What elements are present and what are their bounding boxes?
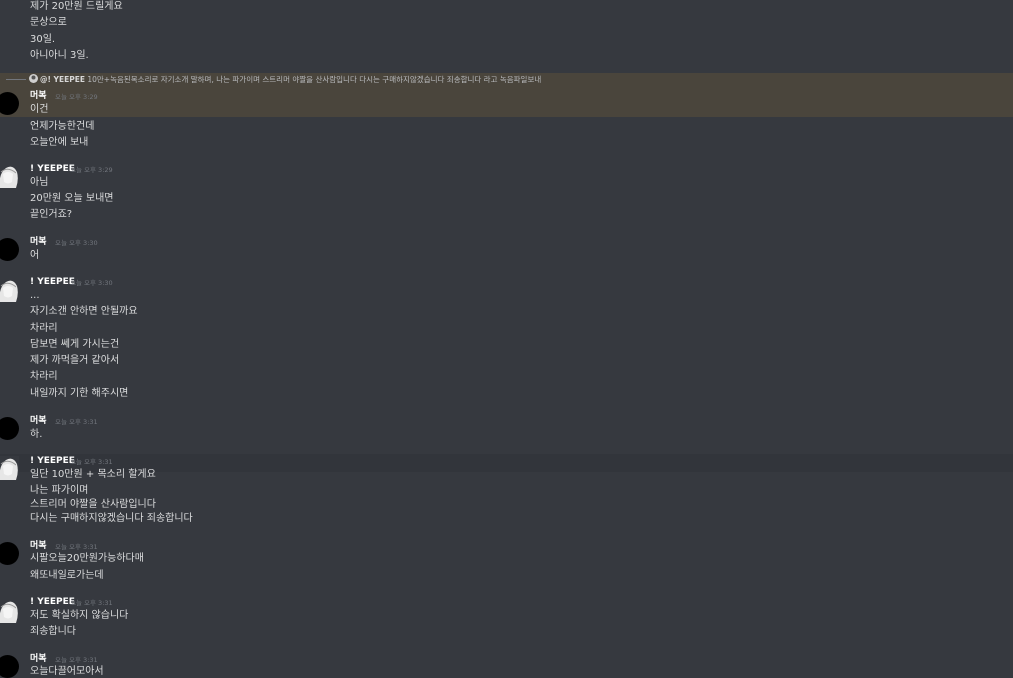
message-line: 다시는 구매하지않겠습니다 죄송합니다	[30, 513, 193, 524]
author-name[interactable]: ! YEEPEE	[30, 163, 75, 175]
message-line: 아니아니 3일.	[30, 50, 89, 61]
message-line: 하.	[30, 429, 43, 440]
message-line: 담보면 쎄게 가시는건	[30, 339, 120, 350]
message-line: 오늘다끌어모아서	[30, 666, 104, 677]
message-line: 아님	[30, 177, 49, 188]
timestamp: 오늘 오후 3:31	[70, 599, 113, 607]
message-line: 죄송합니다	[30, 626, 76, 637]
message-line: 스트리머 야짤을 산사람입니다	[30, 499, 156, 510]
message-line: 30일.	[30, 34, 56, 45]
message-line: 제가 20만원 드릴게요	[30, 1, 123, 12]
reply-connector	[6, 79, 26, 80]
avatar[interactable]	[0, 238, 19, 261]
avatar[interactable]	[0, 417, 19, 440]
message-line: 저도 확실하지 않습니다	[30, 610, 129, 621]
author-name[interactable]: 머복	[30, 236, 47, 248]
message-line: 시팔오늘20만원가능하다매	[30, 553, 144, 564]
message-line: 문상으로	[30, 17, 67, 28]
author-name[interactable]: 머복	[30, 653, 47, 665]
author-name[interactable]: 머복	[30, 540, 47, 552]
avatar[interactable]	[0, 599, 19, 623]
message-line: 나는 파가이며	[30, 485, 89, 496]
message-line: 이건	[30, 104, 49, 115]
message-line: 왜또내일로가는데	[30, 570, 104, 581]
timestamp: 오늘 오후 3:31	[55, 418, 98, 426]
timestamp: 오늘 오후 3:31	[70, 458, 113, 466]
message-line: 오늘안에 보내	[30, 137, 89, 148]
reply-avatar-icon	[29, 74, 38, 83]
timestamp: 오늘 오후 3:29	[70, 166, 113, 174]
timestamp: 오늘 오후 3:29	[55, 93, 98, 101]
message-line: 언제가능한건데	[30, 121, 95, 132]
message-line: 내일까지 기한 해주시면	[30, 388, 129, 399]
message-line: 일단 10만원 + 목소리 할게요	[30, 469, 156, 480]
avatar[interactable]	[0, 655, 19, 678]
avatar[interactable]	[0, 456, 19, 480]
avatar[interactable]	[0, 164, 19, 188]
timestamp: 오늘 오후 3:30	[55, 239, 98, 247]
avatar[interactable]	[0, 278, 19, 302]
message-line: 끝인거죠?	[30, 209, 73, 220]
message-line: 차라리	[30, 371, 58, 382]
reply-content: 10만+녹음된목소리로 자기소개 말하며, 나는 파가이며 스트리머 야짤을 산…	[87, 75, 542, 84]
message-line: 20만원 오늘 보내면	[30, 193, 114, 204]
reply-preview[interactable]: @! YEEPEE 10만+녹음된목소리로 자기소개 말하며, 나는 파가이며 …	[40, 74, 541, 85]
message-line: 어	[30, 250, 40, 261]
timestamp: 오늘 오후 3:30	[70, 279, 113, 287]
message-line: ...	[30, 290, 40, 301]
author-name[interactable]: ! YEEPEE	[30, 455, 75, 467]
reply-author[interactable]: @! YEEPEE	[40, 75, 85, 84]
avatar[interactable]	[0, 542, 19, 565]
message-line: 차라리	[30, 323, 58, 334]
author-name[interactable]: ! YEEPEE	[30, 276, 75, 288]
message-line: 자기소갠 안하면 안될까요	[30, 306, 138, 317]
author-name[interactable]: 머복	[30, 90, 47, 102]
message-line: 제가 까먹을거 같아서	[30, 355, 120, 366]
author-name[interactable]: ! YEEPEE	[30, 596, 75, 608]
author-name[interactable]: 머복	[30, 415, 47, 427]
